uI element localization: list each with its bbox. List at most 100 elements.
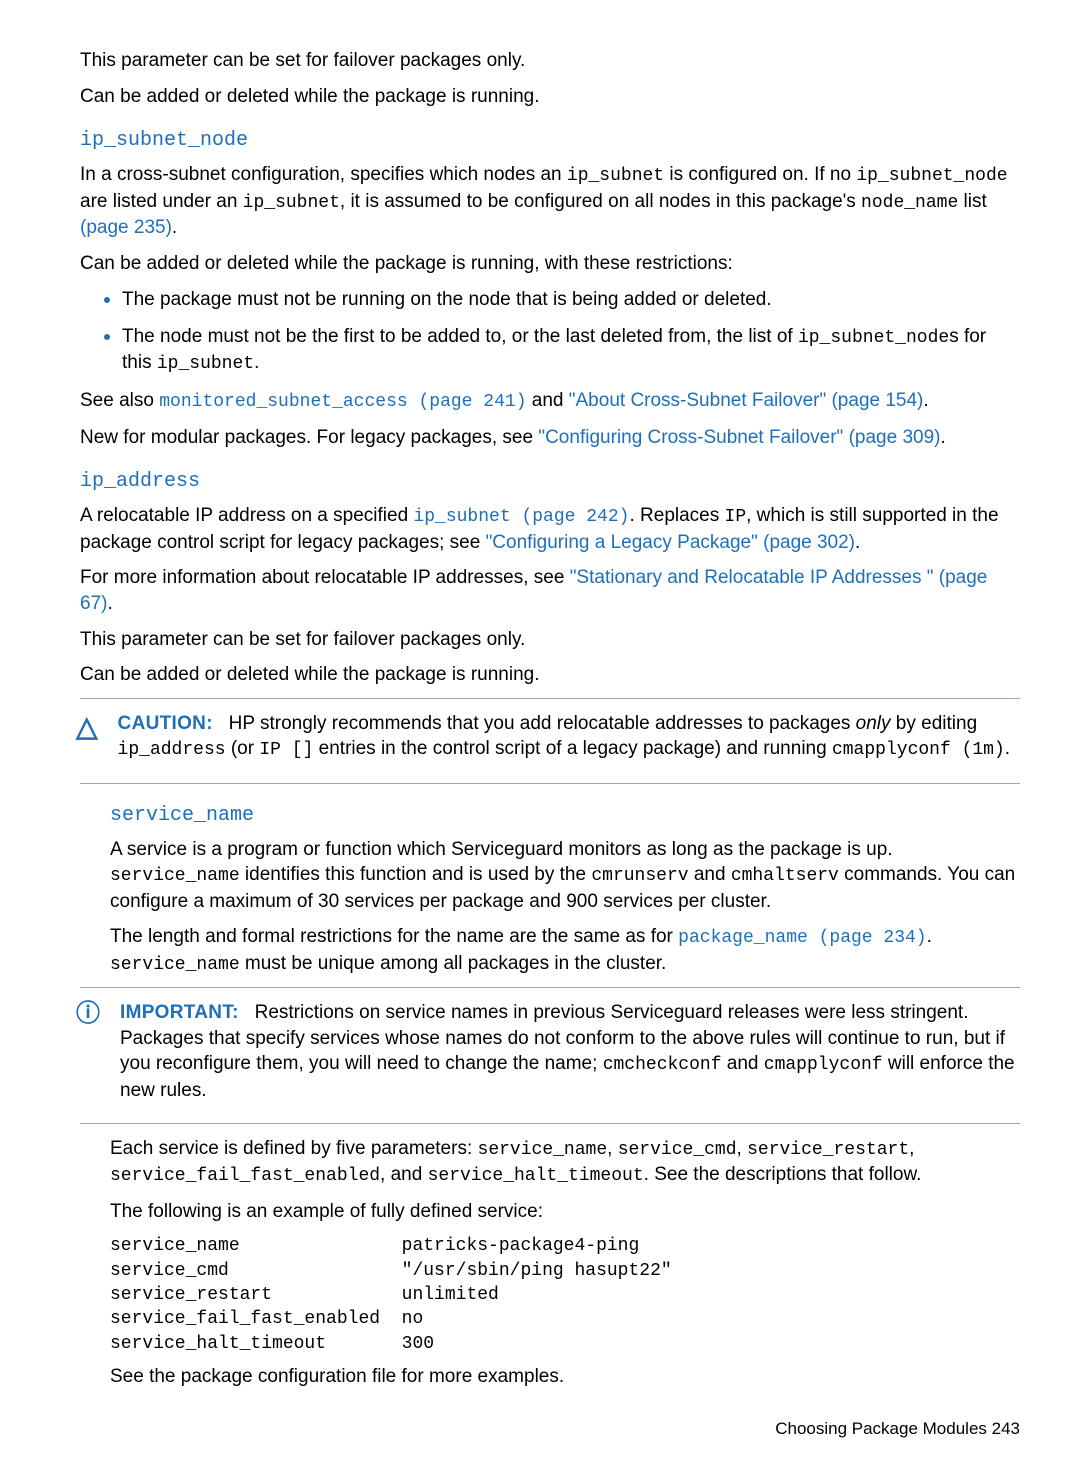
tail-para2: The following is an example of fully def… — [110, 1199, 1020, 1225]
page-link-235[interactable]: (page 235) — [80, 217, 172, 238]
code-cmrunserv: cmrunserv — [591, 866, 688, 886]
emphasis-only: only — [856, 713, 891, 734]
divider — [80, 783, 1020, 784]
tail-para3: See the package configuration file for m… — [110, 1364, 1020, 1390]
text: must be unique among all packages in the… — [240, 953, 667, 974]
code-ip-subnet: ip_subnet — [243, 193, 340, 213]
code-service-name: service_name — [110, 866, 240, 886]
text: , and — [380, 1164, 428, 1185]
text: New for modular packages. For legacy pac… — [80, 427, 538, 448]
page-footer: Choosing Package Modules 243 — [80, 1418, 1020, 1441]
text: . — [927, 926, 932, 947]
link-about-cross-subnet[interactable]: "About Cross-Subnet Failover" (page 154) — [569, 390, 924, 411]
code-token: service_name — [478, 1140, 608, 1160]
text: (or — [226, 738, 260, 759]
text: See also — [80, 390, 159, 411]
text: . — [923, 390, 928, 411]
text: . See the descriptions that follow. — [644, 1164, 922, 1185]
text: A service is a program or function which… — [110, 839, 893, 860]
sec1-para3: See also monitored_subnet_access (page 2… — [80, 388, 1020, 414]
bullet-text: The package must not be running on the n… — [122, 289, 772, 310]
text: In a cross-subnet configuration, specifi… — [80, 164, 567, 185]
link-ip-subnet-242[interactable]: ip_subnet (page 242) — [413, 507, 629, 527]
sec2-para1: A relocatable IP address on a specified … — [80, 503, 1020, 555]
code-block-service-example: service_name patricks-package4-ping serv… — [110, 1234, 1020, 1355]
heading-service-name: service_name — [110, 802, 1020, 829]
divider — [80, 987, 1020, 988]
text: . — [940, 427, 945, 448]
code-token: service_cmd — [618, 1140, 737, 1160]
text: . — [254, 352, 259, 373]
sec1-para4: New for modular packages. For legacy pac… — [80, 425, 1020, 451]
text: and — [527, 390, 569, 411]
code-ip-subnet: ip_subnet — [157, 354, 254, 374]
text: , — [737, 1138, 748, 1159]
link-package-name-234[interactable]: package_name (page 234) — [678, 928, 926, 948]
text: The node must not be the first to be add… — [122, 326, 798, 347]
sec2-para4: Can be added or deleted while the packag… — [80, 662, 1020, 688]
important-icon: ⓘ — [76, 1002, 100, 1113]
intro-para-2: Can be added or deleted while the packag… — [80, 84, 1020, 110]
code-cmapplyconf-1m: cmapplyconf (1m) — [832, 740, 1005, 760]
sec1-para2: Can be added or deleted while the packag… — [80, 251, 1020, 277]
heading-ip-address: ip_address — [80, 468, 1020, 495]
intro-para-1: This parameter can be set for failover p… — [80, 48, 1020, 74]
tail-para1: Each service is defined by five paramete… — [110, 1136, 1020, 1189]
link-monitored-subnet-access[interactable]: monitored_subnet_access (page 241) — [159, 392, 526, 412]
sec2-para2: For more information about relocatable I… — [80, 565, 1020, 616]
sec3-para2: The length and formal restrictions for t… — [110, 924, 1020, 977]
divider — [80, 1123, 1020, 1124]
code-ip-subnet-node: ip_subnet_node — [856, 166, 1007, 186]
text: list — [958, 191, 987, 212]
text: , it is assumed to be configured on all … — [340, 191, 861, 212]
list-item: The package must not be running on the n… — [122, 286, 1020, 313]
text: . — [1005, 738, 1010, 759]
code-token: service_fail_fast_enabled — [110, 1166, 380, 1186]
code-service-name: service_name — [110, 955, 240, 975]
code-ip-array: IP [] — [259, 740, 313, 760]
text: HP strongly recommends that you add relo… — [229, 713, 856, 734]
text: . Replaces — [629, 505, 724, 526]
text: . — [107, 593, 112, 614]
important-box: ⓘ IMPORTANT: Restrictions on service nam… — [76, 1000, 1020, 1113]
text: The length and formal restrictions for t… — [110, 926, 678, 947]
code-ip-address: ip_address — [118, 740, 226, 760]
code-token: service_halt_timeout — [428, 1166, 644, 1186]
text: Each service is defined by five paramete… — [110, 1138, 478, 1159]
sec2-para3: This parameter can be set for failover p… — [80, 627, 1020, 653]
caution-icon: △ — [76, 713, 98, 773]
text: , — [607, 1138, 618, 1159]
text: For more information about relocatable I… — [80, 567, 570, 588]
text: , — [909, 1138, 914, 1159]
text: is configured on. If no — [664, 164, 856, 185]
text: and — [722, 1053, 764, 1074]
caution-body: CAUTION: HP strongly recommends that you… — [118, 711, 1020, 773]
important-body: IMPORTANT: Restrictions on service names… — [120, 1000, 1020, 1113]
list-item: The node must not be the first to be add… — [122, 323, 1020, 377]
text: are listed under an — [80, 191, 243, 212]
code-cmhaltserv: cmhaltserv — [731, 866, 839, 886]
code-token: service_restart — [747, 1140, 909, 1160]
text: by editing — [891, 713, 978, 734]
caution-label: CAUTION: — [118, 713, 213, 734]
code-cmapplyconf: cmapplyconf — [764, 1055, 883, 1075]
divider — [80, 698, 1020, 699]
caution-box: △ CAUTION: HP strongly recommends that y… — [76, 711, 1020, 773]
text: entries in the control script of a legac… — [313, 738, 832, 759]
heading-ip-subnet-node: ip_subnet_node — [80, 127, 1020, 154]
link-configuring-cross-subnet[interactable]: "Configuring Cross-Subnet Failover" (pag… — [538, 427, 940, 448]
text: identifies this function and is used by … — [240, 864, 592, 885]
text: A relocatable IP address on a specified — [80, 505, 413, 526]
text: . — [172, 217, 177, 238]
code-ip-subnet: ip_subnet — [567, 166, 664, 186]
sec3-para1: A service is a program or function which… — [110, 837, 1020, 915]
link-legacy-package-302[interactable]: "Configuring a Legacy Package" (page 302… — [486, 532, 855, 553]
code-ip-subnet-node: ip_subnet_node — [798, 328, 949, 348]
code-cmcheckconf: cmcheckconf — [603, 1055, 722, 1075]
sec1-para1: In a cross-subnet configuration, specifi… — [80, 162, 1020, 240]
text: . — [855, 532, 860, 553]
important-label: IMPORTANT: — [120, 1002, 239, 1023]
code-node-name: node_name — [861, 193, 958, 213]
sec1-bullet-list: The package must not be running on the n… — [80, 286, 1020, 376]
code-ip: IP — [725, 507, 747, 527]
